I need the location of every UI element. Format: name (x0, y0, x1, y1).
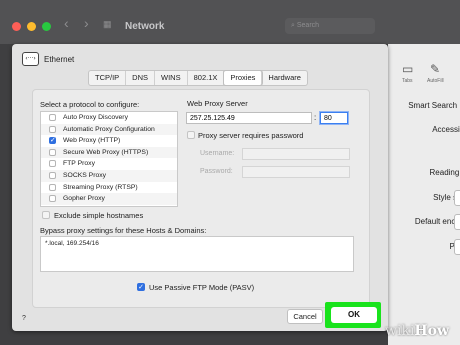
close-window-button[interactable] (12, 22, 21, 31)
search-placeholder: Search (296, 22, 320, 29)
passive-ftp-checkbox-checked[interactable]: ✓ (137, 283, 145, 291)
back-chevron-icon[interactable]: ‹ (64, 15, 69, 31)
bypass-title: Bypass proxy settings for these Hosts & … (40, 226, 207, 235)
tab-hardware[interactable]: Hardware (262, 71, 307, 85)
tab-8021x[interactable]: 802.1X (188, 71, 225, 85)
username-input[interactable] (242, 148, 350, 160)
autofill-icon[interactable]: ✎ (430, 62, 440, 76)
minimize-window-button[interactable] (27, 22, 36, 31)
ok-button[interactable]: OK (331, 307, 377, 323)
tab-dns[interactable]: DNS (126, 71, 156, 85)
checkbox[interactable] (49, 125, 56, 133)
checkbox[interactable] (49, 172, 56, 179)
protocol-row-auto-config[interactable]: Automatic Proxy Configuration (41, 123, 177, 136)
checkbox[interactable] (49, 148, 56, 156)
protocol-list-title: Select a protocol to configure: (40, 100, 140, 109)
forward-chevron-icon[interactable]: › (84, 15, 89, 31)
settings-tabs: TCP/IP DNS WINS 802.1X Proxies Hardware (88, 70, 308, 86)
proxies-button[interactable] (454, 239, 460, 255)
watermark-logo: wikiHow (385, 323, 450, 339)
bypass-hosts-textarea[interactable]: *.local, 169.254/16 (40, 236, 354, 272)
pref-label-smart-search: Smart Search Fi (408, 101, 460, 110)
interface-name: Ethernet (44, 55, 75, 64)
protocol-row-ftp[interactable]: FTP Proxy (41, 158, 177, 170)
checkbox[interactable] (49, 183, 56, 191)
tab-tcpip[interactable]: TCP/IP (89, 71, 127, 85)
protocol-row-secure-https[interactable]: Secure Web Proxy (HTTPS) (41, 146, 177, 159)
window-title: Network (125, 21, 165, 32)
protocol-row-auto-discovery[interactable]: Auto Proxy Discovery (41, 112, 177, 124)
ethernet-icon: ‹···› (22, 52, 39, 66)
toolbar-label-autofill: AutoFill (427, 78, 444, 84)
pref-label-reading-list: Reading L (429, 168, 460, 177)
port-separator: : (314, 113, 317, 122)
checkbox[interactable] (49, 195, 56, 203)
protocol-row-web-http[interactable]: Web Proxy (HTTP) (41, 135, 177, 147)
style-sheet-select[interactable] (454, 190, 460, 206)
toolbar-label-tabs: Tabs (402, 78, 413, 84)
password-input[interactable] (242, 166, 350, 178)
exclude-hostnames-label: Exclude simple hostnames (54, 211, 144, 220)
proxy-port-input[interactable] (320, 112, 348, 124)
help-button[interactable]: ? (19, 314, 29, 324)
requires-password-label: Proxy server requires password (198, 131, 304, 140)
tab-proxies[interactable]: Proxies (224, 71, 263, 85)
grid-icon[interactable]: ▦ (103, 19, 112, 30)
search-field[interactable]: ⌕ Search (285, 18, 375, 34)
protocol-row-socks[interactable]: SOCKS Proxy (41, 170, 177, 182)
cancel-button[interactable]: Cancel (287, 309, 323, 324)
protocol-list: Auto Proxy Discovery Automatic Proxy Con… (40, 111, 178, 207)
default-encoding-select[interactable] (454, 214, 460, 230)
pref-label-accessibility: Accessibi (432, 125, 460, 134)
username-label: Username: (200, 150, 235, 157)
zoom-window-button[interactable] (42, 22, 51, 31)
tab-wins[interactable]: WINS (155, 71, 188, 85)
protocol-row-gopher[interactable]: Gopher Proxy (41, 193, 177, 205)
checkbox-checked[interactable] (49, 135, 56, 147)
password-label: Password: (200, 168, 233, 175)
checkbox[interactable] (49, 160, 56, 168)
web-proxy-server-title: Web Proxy Server (187, 99, 248, 108)
requires-password-checkbox[interactable] (187, 131, 195, 139)
exclude-hostnames-checkbox[interactable] (42, 211, 50, 219)
passive-ftp-label: Use Passive FTP Mode (PASV) (149, 283, 255, 292)
checkbox[interactable] (49, 114, 56, 121)
proxy-server-address-input[interactable] (186, 112, 312, 124)
protocol-row-rtsp[interactable]: Streaming Proxy (RTSP) (41, 182, 177, 194)
window-titlebar (0, 0, 460, 44)
tabs-icon[interactable]: ▭ (402, 62, 413, 76)
